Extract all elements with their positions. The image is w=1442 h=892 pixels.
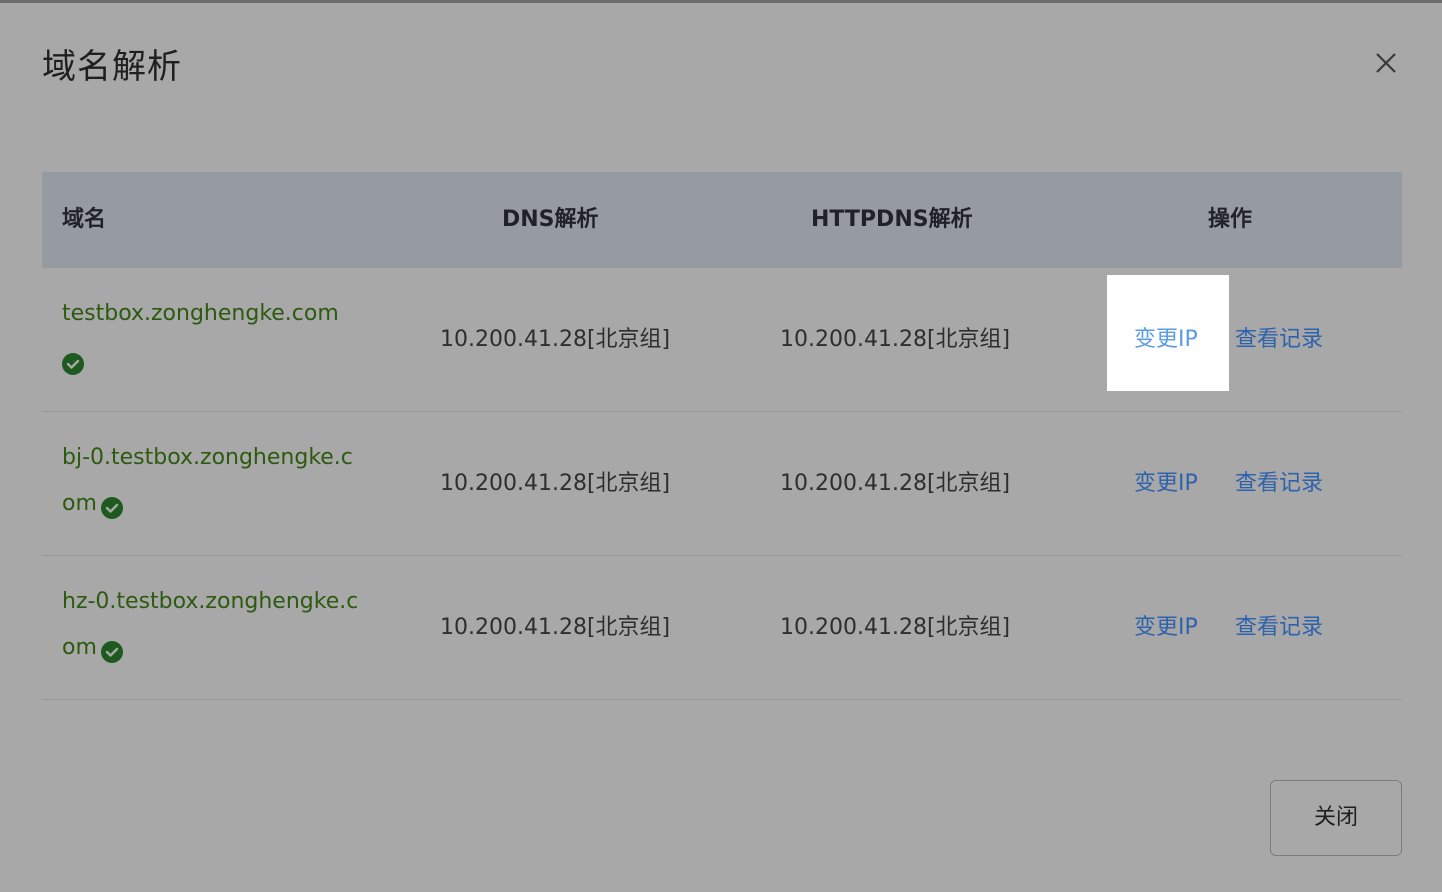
change-ip-link[interactable]: 变更IP bbox=[1134, 268, 1198, 411]
domain-table: 域名 DNS解析 HTTPDNS解析 操作 testbox.zonghengke… bbox=[42, 172, 1402, 700]
view-log-link[interactable]: 查看记录 bbox=[1235, 268, 1323, 411]
dns-ip: 10.200.41.28[北京组] bbox=[440, 327, 671, 352]
domain-cell: testbox.zonghengke.com bbox=[62, 291, 362, 383]
domain-cell: bj-0.testbox.zonghengke.com bbox=[62, 435, 362, 527]
table-row: hz-0.testbox.zonghengke.com 10.200.41.28… bbox=[42, 556, 1402, 700]
check-circle-icon bbox=[100, 634, 123, 663]
dns-ip: 10.200.41.28[北京组] bbox=[440, 615, 671, 640]
change-ip-link[interactable]: 变更IP bbox=[1134, 556, 1198, 699]
header-httpdns: HTTPDNS解析 bbox=[811, 207, 973, 232]
httpdns-ip: 10.200.41.28[北京组] bbox=[780, 471, 1011, 496]
httpdns-ip: 10.200.41.28[北京组] bbox=[780, 327, 1011, 352]
httpdns-ip: 10.200.41.28[北京组] bbox=[780, 615, 1011, 640]
table-header: 域名 DNS解析 HTTPDNS解析 操作 bbox=[42, 172, 1402, 268]
view-log-link[interactable]: 查看记录 bbox=[1235, 412, 1323, 555]
table-row: bj-0.testbox.zonghengke.com 10.200.41.28… bbox=[42, 412, 1402, 556]
domain-name: testbox.zonghengke.com bbox=[62, 301, 339, 326]
domain-cell: hz-0.testbox.zonghengke.com bbox=[62, 579, 362, 671]
table-row: testbox.zonghengke.com 10.200.41.28[北京组]… bbox=[42, 268, 1402, 412]
check-circle-icon bbox=[100, 490, 123, 519]
header-dns: DNS解析 bbox=[502, 207, 599, 232]
check-circle-icon bbox=[62, 346, 84, 375]
header-domain: 域名 bbox=[62, 207, 107, 232]
close-button[interactable]: 关闭 bbox=[1270, 780, 1402, 856]
change-ip-link[interactable]: 变更IP bbox=[1134, 412, 1198, 555]
header-actions: 操作 bbox=[1208, 207, 1253, 232]
view-log-link[interactable]: 查看记录 bbox=[1235, 556, 1323, 699]
domain-resolution-dialog: 域名解析 域名 DNS解析 HTTPDNS解析 操作 testbox.zongh… bbox=[0, 3, 1442, 892]
close-icon[interactable] bbox=[1368, 45, 1404, 81]
dialog-title: 域名解析 bbox=[42, 47, 182, 87]
dns-ip: 10.200.41.28[北京组] bbox=[440, 471, 671, 496]
